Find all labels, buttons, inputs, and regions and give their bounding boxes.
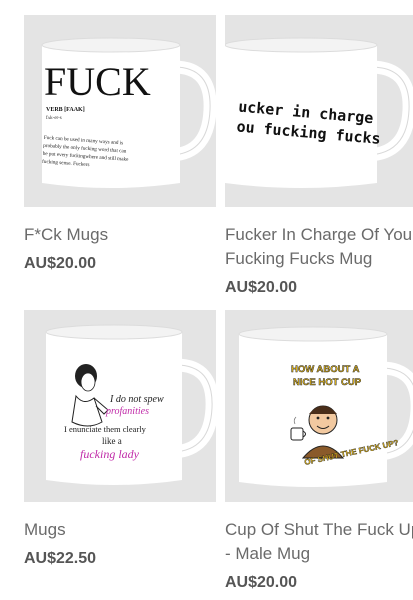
product-name[interactable]: Mugs	[24, 518, 216, 542]
product-name[interactable]: Cup Of Shut The Fuck Up - Male Mug	[225, 518, 413, 566]
mug-image: FUCK VERB [FAAK] fʌk-er-s Fuck can be us…	[41, 37, 216, 188]
mug-image: HOW ABOUT A NICE HOT CUP OF SHUT THE FUC…	[238, 326, 413, 487]
product-price: AU$20.00	[225, 574, 298, 591]
product-image[interactable]: ucker in charge ou fucking fucks	[225, 15, 413, 207]
mug-headline: FUCK	[44, 59, 151, 104]
mug-image: I do not spew profanities I enunciate th…	[45, 324, 216, 485]
mug-text-line: profanities	[105, 406, 149, 417]
product-image[interactable]: HOW ABOUT A NICE HOT CUP OF SHUT THE FUC…	[225, 310, 413, 502]
product-price: AU$20.00	[225, 279, 298, 296]
product-card[interactable]: FUCK VERB [FAAK] fʌk-er-s Fuck can be us…	[24, 15, 216, 273]
product-image[interactable]: I do not spew profanities I enunciate th…	[24, 310, 216, 502]
mug-pronunciation: fʌk-er-s	[46, 116, 62, 121]
mug-text-line: fucking lady	[80, 447, 140, 461]
product-card[interactable]: I do not spew profanities I enunciate th…	[24, 310, 216, 568]
product-image[interactable]: FUCK VERB [FAAK] fʌk-er-s Fuck can be us…	[24, 15, 216, 207]
mug-text-line: I do not spew	[109, 394, 164, 405]
mug-image: ucker in charge ou fucking fucks	[225, 37, 413, 188]
product-name[interactable]: F*Ck Mugs	[24, 223, 216, 247]
product-name[interactable]: Fucker In Charge Of You Fucking Fucks Mu…	[225, 223, 413, 271]
mug-part-of-speech: VERB [FAAK]	[46, 107, 85, 113]
product-price: AU$22.50	[24, 550, 97, 567]
product-price: AU$20.00	[24, 255, 97, 272]
mug-text-line: like a	[102, 436, 122, 446]
product-card[interactable]: ucker in charge ou fucking fucks Fucker …	[225, 15, 413, 297]
mug-text-line: HOW ABOUT A	[291, 364, 360, 375]
mug-text-line: NICE HOT CUP	[293, 377, 362, 388]
product-card[interactable]: HOW ABOUT A NICE HOT CUP OF SHUT THE FUC…	[225, 310, 413, 592]
mug-text-line: I enunciate them clearly	[64, 424, 147, 434]
